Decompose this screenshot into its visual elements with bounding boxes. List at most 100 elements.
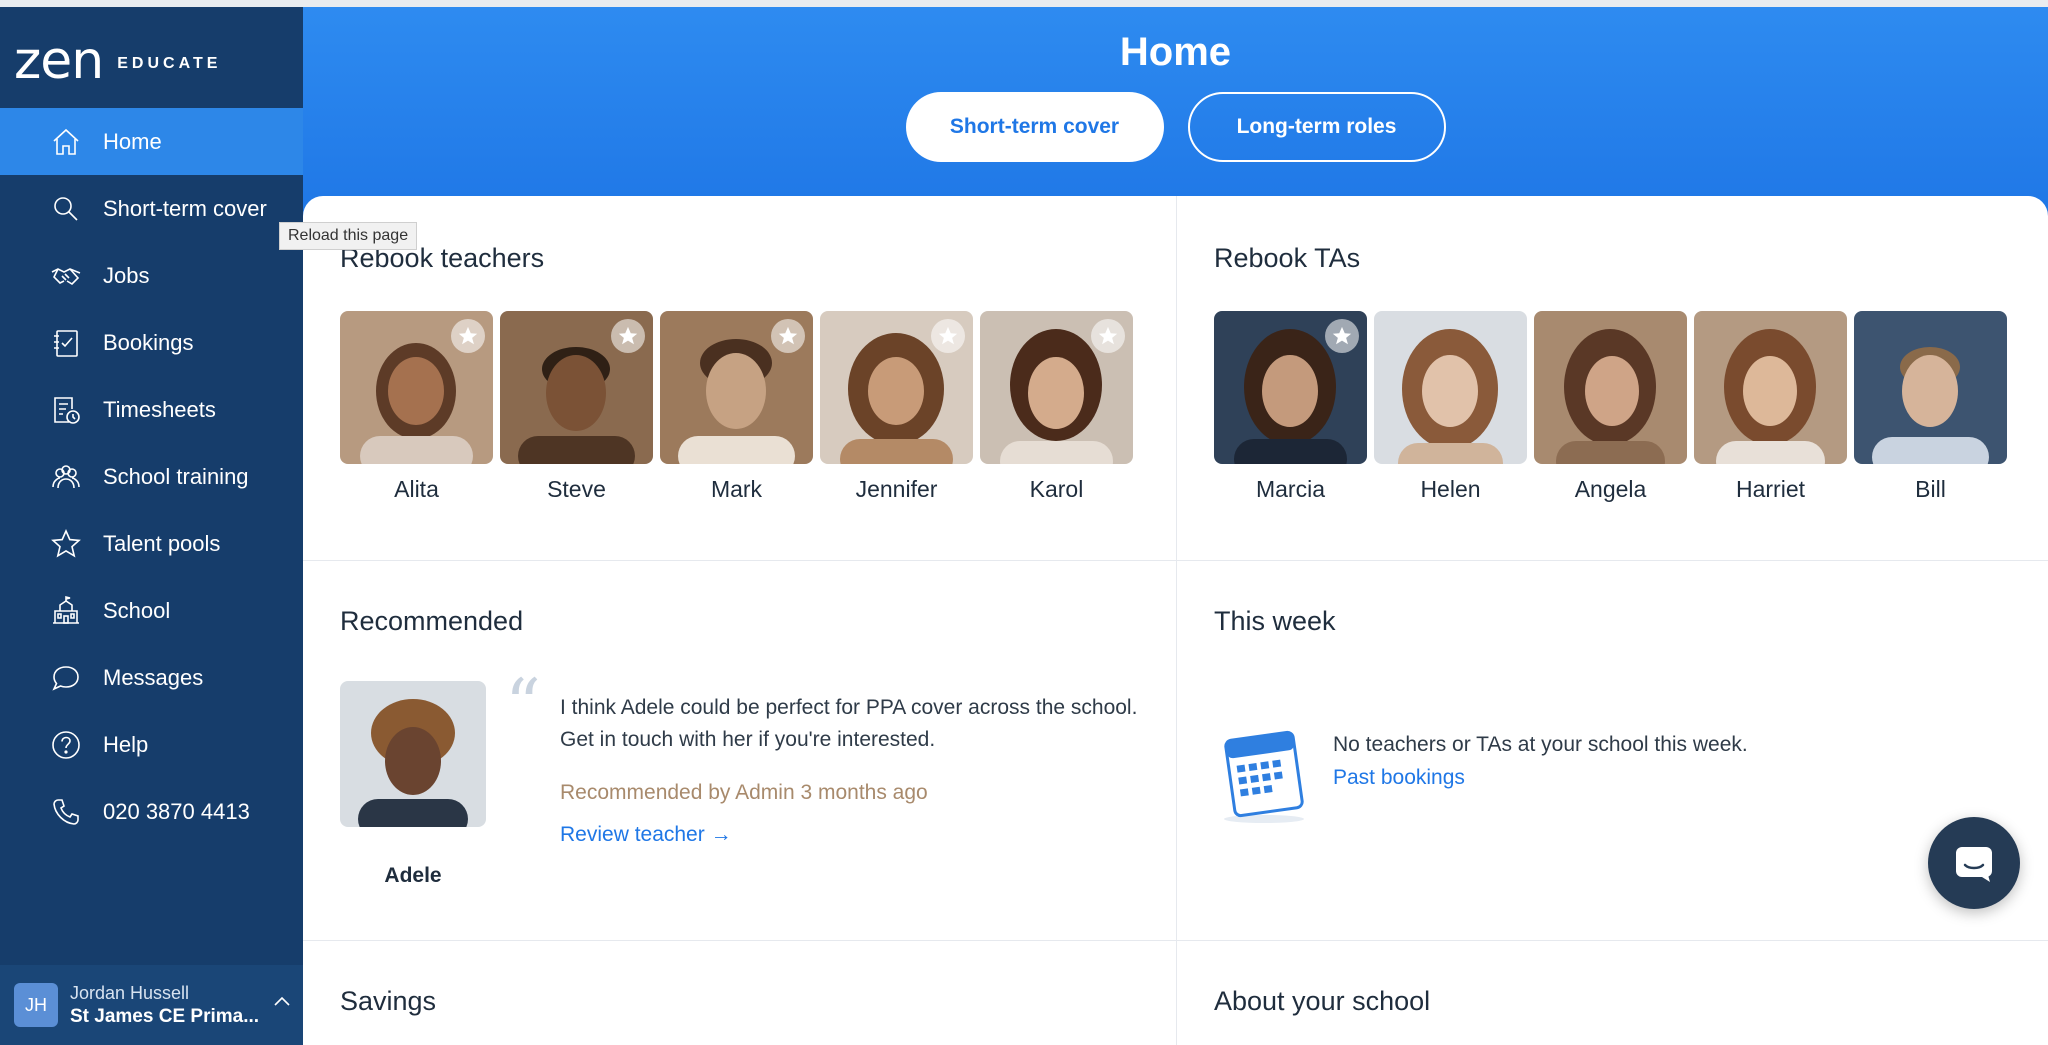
page-title: Home — [1119, 30, 1232, 74]
ta-card[interactable]: Harriet — [1694, 311, 1847, 503]
teacher-card[interactable]: Mark — [660, 311, 813, 503]
recommendation-meta: Recommended by Admin 3 months ago — [560, 781, 928, 804]
review-teacher-link[interactable]: Review teacher → — [560, 823, 732, 847]
recommended-name: Adele — [384, 864, 442, 887]
ta-card[interactable]: Helen — [1374, 311, 1527, 503]
portrait-image — [1534, 311, 1687, 464]
sidebar-item-jobs[interactable]: Jobs — [0, 242, 303, 309]
chat-icon — [49, 661, 83, 695]
favorite-star-icon[interactable] — [451, 319, 485, 353]
ta-photo — [1534, 311, 1687, 464]
sidebar-item-school-training[interactable]: School training — [0, 443, 303, 510]
rebook-tas-list: Marcia Helen Angela Harriet Bill — [1214, 311, 2007, 503]
user-menu[interactable]: JH Jordan Hussell St James CE Prima... — [0, 965, 303, 1045]
zen-educate-logo[interactable]: zen EDUCATE — [14, 33, 221, 89]
recommendation-quote: I think Adele could be perfect for PPA c… — [560, 696, 1138, 751]
sidebar-item-bookings[interactable]: Bookings — [0, 309, 303, 376]
sidebar-item-label: 020 3870 4413 — [103, 798, 250, 824]
teacher-name: Alita — [394, 476, 439, 502]
portrait-image — [340, 681, 486, 827]
favorite-star-icon[interactable] — [771, 319, 805, 353]
teacher-photo — [340, 311, 493, 464]
favorite-star-icon[interactable] — [1325, 319, 1359, 353]
teacher-name: Karol — [1029, 476, 1084, 502]
school-icon — [49, 594, 83, 628]
sidebar-item-label: Talent pools — [103, 530, 221, 556]
sidebar: zen EDUCATE Home Short-term cover Jobs B… — [0, 7, 303, 1045]
ta-name: Bill — [1915, 476, 1946, 502]
chat-bubble-icon — [1956, 847, 1992, 882]
portrait-image — [1374, 311, 1527, 464]
sidebar-item-short-term-cover[interactable]: Short-term cover — [0, 175, 303, 242]
training-icon — [49, 460, 83, 494]
teacher-name: Steve — [547, 476, 606, 502]
favorite-star-icon[interactable] — [931, 319, 965, 353]
sidebar-item-label: Bookings — [103, 329, 194, 355]
sidebar-item-label: Home — [103, 128, 162, 154]
teacher-card[interactable]: Karol — [980, 311, 1133, 503]
dashboard-card: Rebook teachers Alita Steve Mark Jennife… — [303, 196, 2048, 1045]
home-icon — [49, 125, 83, 159]
favorite-star-icon[interactable] — [1091, 319, 1125, 353]
user-school: St James CE Prima... — [70, 1005, 260, 1027]
ta-name: Harriet — [1735, 476, 1805, 502]
sidebar-item-home[interactable]: Home — [0, 108, 303, 175]
tab-long-term-roles[interactable]: Long-term roles — [1187, 92, 1446, 162]
favorite-star-icon[interactable] — [611, 319, 645, 353]
sidebar-item-school[interactable]: School — [0, 577, 303, 644]
reload-tooltip: Reload this page — [279, 222, 418, 250]
portrait-image — [1854, 311, 2007, 464]
chat-launcher-button[interactable] — [1928, 817, 2020, 909]
calendar-icon — [1224, 730, 1304, 823]
past-bookings-link[interactable]: Past bookings — [1333, 766, 1465, 790]
ta-photo — [1854, 311, 2007, 464]
tab-short-term-cover[interactable]: Short-term cover — [905, 92, 1164, 162]
teacher-card[interactable]: Alita — [340, 311, 493, 503]
ta-photo — [1214, 311, 1367, 464]
recommended-photo[interactable] — [340, 681, 486, 827]
teacher-card[interactable]: Steve — [500, 311, 653, 503]
ta-card[interactable]: Marcia — [1214, 311, 1367, 503]
teacher-photo — [820, 311, 973, 464]
handshake-icon — [49, 259, 83, 293]
ta-card[interactable]: Angela — [1534, 311, 1687, 503]
app: zen EDUCATE Home Short-term cover Jobs B… — [0, 7, 2048, 1045]
this-week-message: No teachers or TAs at your school this w… — [1333, 733, 1748, 756]
sidebar-item-help[interactable]: Help — [0, 711, 303, 778]
phone-icon — [49, 795, 83, 829]
ta-card[interactable]: Bill — [1854, 311, 2007, 503]
column-divider — [1176, 196, 1177, 1045]
ta-name: Marcia — [1255, 476, 1325, 502]
top-rule — [0, 0, 2048, 7]
teacher-name: Jennifer — [855, 476, 938, 502]
rebook-tas-title: Rebook TAs — [1214, 243, 1361, 273]
teacher-name: Mark — [710, 476, 763, 502]
sidebar-item-label: Short-term cover — [103, 195, 267, 221]
chevron-up-icon[interactable] — [271, 991, 293, 1013]
savings-title: Savings — [340, 986, 437, 1016]
portrait-image — [1694, 311, 1847, 464]
logo-sub: EDUCATE — [117, 55, 222, 72]
avatar: JH — [14, 983, 58, 1027]
sidebar-item-messages[interactable]: Messages — [0, 644, 303, 711]
ta-name: Angela — [1574, 476, 1647, 502]
about-school-title: About your school — [1214, 986, 1431, 1016]
sidebar-item-phone[interactable]: 020 3870 4413 — [0, 778, 303, 845]
help-icon — [49, 728, 83, 762]
sidebar-item-talent-pools[interactable]: Talent pools — [0, 510, 303, 577]
bookings-icon — [49, 326, 83, 360]
sidebar-item-timesheets[interactable]: Timesheets — [0, 376, 303, 443]
logo-main: zen — [14, 31, 104, 91]
page-header: Home Short-term cover Long-term roles — [303, 7, 2048, 217]
sidebar-item-label: Timesheets — [103, 396, 216, 422]
recommended-title: Recommended — [340, 606, 524, 636]
quote-icon: “ — [505, 664, 541, 746]
teacher-photo — [500, 311, 653, 464]
ta-photo — [1694, 311, 1847, 464]
teacher-photo — [980, 311, 1133, 464]
row-divider — [303, 940, 2048, 941]
sidebar-nav: Home Short-term cover Jobs Bookings Time… — [0, 108, 303, 845]
teacher-photo — [660, 311, 813, 464]
sidebar-item-label: Messages — [103, 664, 204, 690]
teacher-card[interactable]: Jennifer — [820, 311, 973, 503]
